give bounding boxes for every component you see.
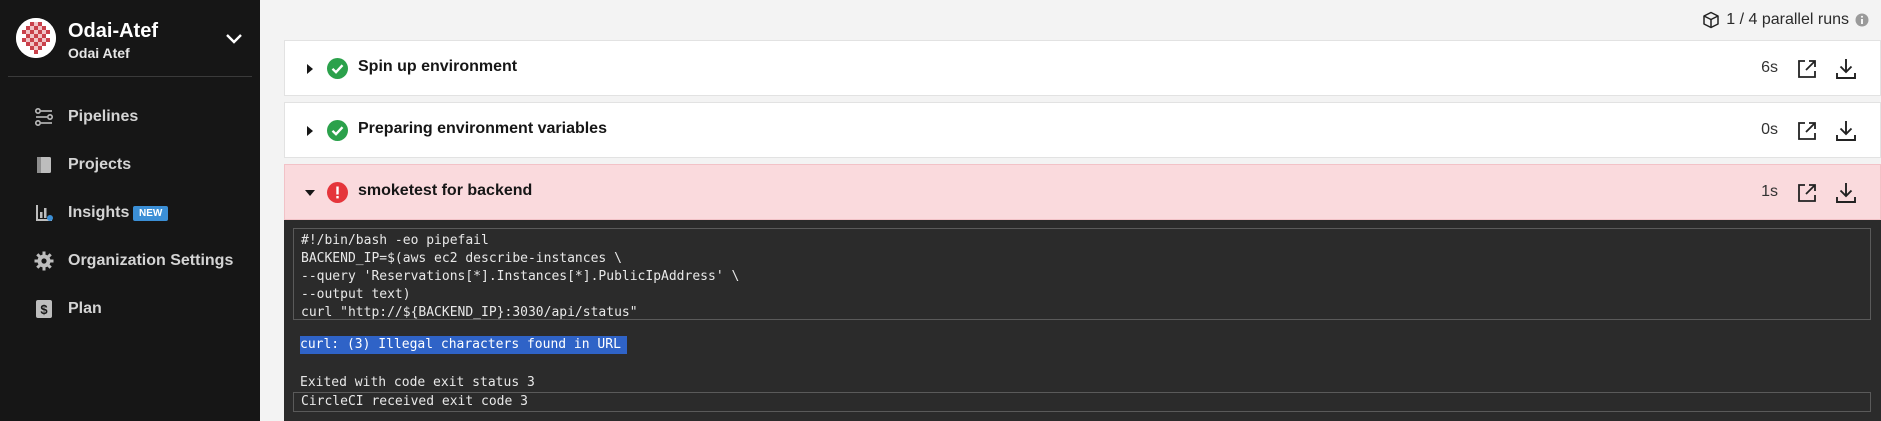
caret-right-icon[interactable] [304,63,316,75]
download-icon[interactable] [1834,57,1858,81]
step-title: Spin up environment [358,58,518,75]
command-block: #!/bin/bash -eo pipefail BACKEND_IP=$(aw… [293,228,1871,320]
step-title: smoketest for backend [358,182,533,199]
step-duration: 0s [1761,121,1778,138]
main-content: 1 / 4 parallel runs Spin up environment … [260,0,1881,421]
sidebar-item-label: Plan [68,300,102,317]
pipelines-icon [34,107,54,127]
command-line: --query 'Reservations[*].Instances[*].Pu… [301,269,740,284]
parallel-runs: 1 / 4 parallel runs [1702,9,1869,31]
external-link-icon[interactable] [1796,58,1818,80]
sidebar-item-plan[interactable]: $ Plan [0,291,260,327]
sidebar-item-label: Insights [68,204,130,221]
step-row-failed[interactable]: smoketest for backend 1s [284,164,1881,220]
org-name: Odai-Atef [68,20,158,42]
sidebar-item-projects[interactable]: Projects [0,147,260,183]
projects-icon [37,157,51,173]
error-circle-icon [327,182,348,203]
sidebar-divider [8,76,252,77]
svg-text:$: $ [40,302,48,317]
error-output-line: curl: (3) Illegal characters found in UR… [300,336,627,354]
org-avatar [16,18,56,58]
step-output-terminal[interactable]: #!/bin/bash -eo pipefail BACKEND_IP=$(aw… [284,220,1881,421]
org-user-name: Odai Atef [68,45,130,61]
parallel-runs-text: 1 / 4 parallel runs [1726,11,1849,28]
command-line: curl "http://${BACKEND_IP}:3030/api/stat… [301,305,638,320]
step-duration: 1s [1761,183,1778,200]
download-icon[interactable] [1834,181,1858,205]
step-row[interactable]: Preparing environment variables 0s [284,102,1881,158]
sidebar-item-label: Projects [68,156,132,173]
check-circle-icon [327,120,348,141]
download-icon[interactable] [1834,119,1858,143]
caret-right-icon[interactable] [304,125,316,137]
org-switcher[interactable]: Odai-Atef Odai Atef [16,18,246,61]
external-link-icon[interactable] [1796,120,1818,142]
cube-icon [1703,11,1720,29]
info-icon[interactable] [1855,13,1869,27]
dollar-icon: $ [36,300,52,318]
command-line: BACKEND_IP=$(aws ec2 describe-instances … [301,251,622,266]
circleci-exit-line: CircleCI received exit code 3 [293,392,1871,412]
sidebar-item-organization-settings[interactable]: Organization Settings [0,243,260,279]
sidebar: Odai-Atef Odai Atef Pipelines Projects I… [0,0,260,421]
step-row[interactable]: Spin up environment 6s [284,40,1881,96]
step-duration: 6s [1761,59,1778,76]
sidebar-item-label: Organization Settings [68,252,234,269]
chevron-down-icon[interactable] [224,28,244,48]
step-title: Preparing environment variables [358,120,607,137]
gear-icon [34,251,54,271]
external-link-icon[interactable] [1796,182,1818,204]
new-badge: NEW [133,206,169,221]
exit-status-line: Exited with code exit status 3 [300,375,535,390]
sidebar-item-label: Pipelines [68,108,139,125]
check-circle-icon [327,58,348,79]
command-line: --output text) [301,287,411,302]
command-line: #!/bin/bash -eo pipefail [301,233,489,248]
insights-icon [36,205,53,221]
sidebar-item-insights[interactable]: Insights NEW [0,195,260,231]
caret-down-icon[interactable] [304,187,316,199]
sidebar-item-pipelines[interactable]: Pipelines [0,99,260,135]
